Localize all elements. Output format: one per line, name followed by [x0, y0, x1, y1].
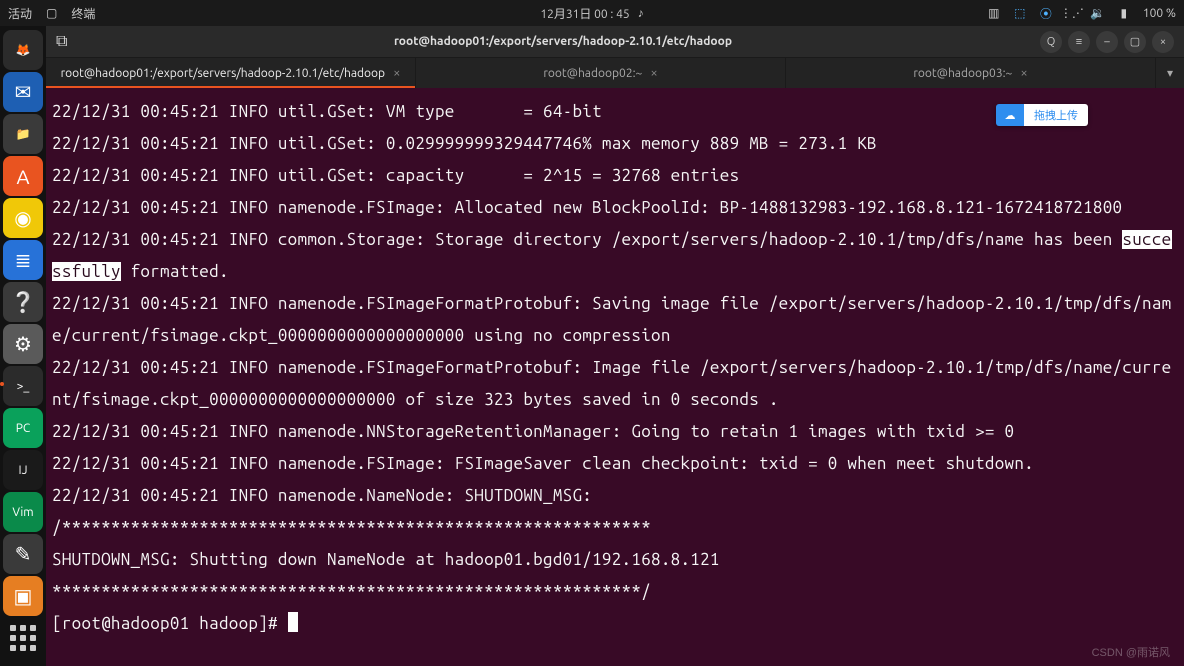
tab-2[interactable]: root@hadoop03:~ × [786, 58, 1156, 88]
libreoffice-icon[interactable]: ≣ [3, 240, 43, 280]
tab-0[interactable]: root@hadoop01:/export/servers/hadoop-2.1… [46, 58, 416, 88]
titlebar: ⧉ root@hadoop01:/export/servers/hadoop-2… [46, 26, 1184, 58]
tab-label: root@hadoop02:~ [543, 67, 642, 80]
tray-app-1-icon[interactable]: ▥ [987, 6, 1001, 20]
tab-1[interactable]: root@hadoop02:~ × [416, 58, 786, 88]
watermark: CSDN @雨诺风 [1092, 644, 1170, 660]
tab-close-icon[interactable]: × [1020, 66, 1027, 80]
tab-label: root@hadoop01:/export/servers/hadoop-2.1… [61, 67, 386, 80]
window-title: root@hadoop01:/export/servers/hadoop-2.1… [86, 35, 1040, 48]
menu-button[interactable]: ≡ [1068, 31, 1090, 53]
thunderbird-icon[interactable]: ✉ [3, 72, 43, 112]
software-icon[interactable]: A [3, 156, 43, 196]
tab-close-icon[interactable]: × [393, 66, 400, 80]
pycharm-icon[interactable]: PC [3, 408, 43, 448]
battery-icon[interactable]: ▮ [1117, 6, 1131, 20]
terminal-output[interactable]: 22/12/31 00:45:21 INFO util.GSet: VM typ… [46, 88, 1184, 666]
wifi-icon[interactable]: ⋮⋰ [1065, 6, 1079, 20]
battery-text: 100 % [1143, 7, 1176, 20]
volume-icon[interactable]: 🔉 [1091, 6, 1105, 20]
maximize-button[interactable]: ▢ [1124, 31, 1146, 53]
upload-text: 拖拽上传 [1024, 104, 1088, 126]
clock[interactable]: 12月31日 00 : 45 [540, 5, 629, 22]
app-name[interactable]: 终端 [71, 5, 95, 22]
intellij-icon[interactable]: IJ [3, 450, 43, 490]
firefox-icon[interactable]: 🦊 [3, 30, 43, 70]
dock: 🦊✉📁A◉≣❔⚙>_PCIJVim✎▣ [0, 26, 46, 666]
tab-bar: root@hadoop01:/export/servers/hadoop-2.1… [46, 58, 1184, 88]
help-icon[interactable]: ❔ [3, 282, 43, 322]
minimize-button[interactable]: – [1096, 31, 1118, 53]
gedit-icon[interactable]: ✎ [3, 534, 43, 574]
search-button[interactable]: Q [1040, 31, 1062, 53]
files-icon[interactable]: 📁 [3, 114, 43, 154]
new-tab-button[interactable]: ⧉ [56, 32, 67, 50]
tray-app-3-icon[interactable]: ⦿ [1039, 6, 1053, 20]
cursor [288, 612, 298, 632]
tab-label: root@hadoop03:~ [913, 67, 1012, 80]
apps-grid-icon[interactable] [3, 618, 43, 658]
tray-app-2-icon[interactable]: ⬚ [1013, 6, 1027, 20]
bell-icon: ♪ [638, 6, 644, 20]
activities-button[interactable]: 活动 [8, 5, 32, 22]
terminal-icon[interactable]: >_ [3, 366, 43, 406]
cloud-upload-icon: ☁ [996, 104, 1024, 126]
tab-dropdown[interactable]: ▾ [1156, 58, 1184, 88]
vim-icon[interactable]: Vim [3, 492, 43, 532]
upload-widget[interactable]: ☁ 拖拽上传 [996, 104, 1088, 126]
rhythmbox-icon[interactable]: ◉ [3, 198, 43, 238]
system-topbar: 活动 ▢ 终端 12月31日 00 : 45 ♪ ▥ ⬚ ⦿ ⋮⋰ 🔉 ▮ 10… [0, 0, 1184, 26]
terminal-app-icon: ▢ [46, 6, 57, 20]
vm-icon[interactable]: ▣ [3, 576, 43, 616]
tab-close-icon[interactable]: × [650, 66, 657, 80]
close-button[interactable]: × [1152, 31, 1174, 53]
settings-icon[interactable]: ⚙ [3, 324, 43, 364]
